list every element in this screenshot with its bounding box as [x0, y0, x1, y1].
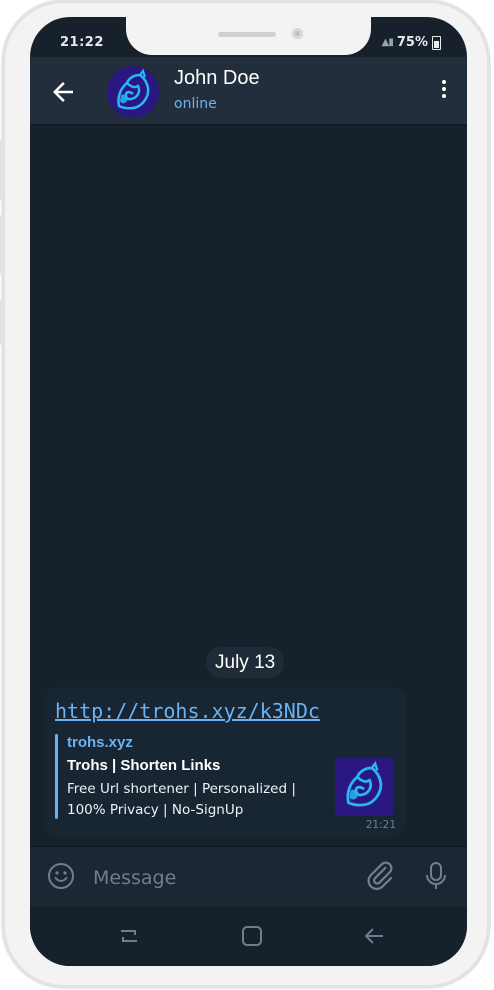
horse-logo-icon — [117, 68, 150, 110]
battery-icon — [432, 35, 441, 50]
avatar[interactable] — [107, 66, 159, 118]
side-button — [0, 140, 3, 200]
signal-icon: ▲▮ — [381, 37, 394, 48]
message-input[interactable]: Message — [93, 867, 176, 889]
link-preview-title: Trohs | Shorten Links — [67, 757, 221, 774]
date-divider: July 13 — [206, 647, 285, 678]
battery-percentage: 75% — [396, 35, 428, 50]
message-link[interactable]: http://trohs.xyz/k3NDc — [55, 699, 320, 723]
speaker-grille — [218, 32, 276, 37]
message-composer: Message — [30, 846, 467, 908]
status-time: 21:22 — [60, 35, 104, 50]
screen: John Doe online July 13 http://trohs.xyz… — [30, 17, 467, 966]
mic-icon[interactable] — [424, 861, 448, 891]
more-vert-icon[interactable] — [441, 80, 447, 102]
status-indicators: ▲▮ 75% — [382, 35, 441, 50]
side-button — [0, 300, 3, 345]
link-preview-description: Free Url shortener | Personalized | 100%… — [67, 781, 296, 818]
contact-name[interactable]: John Doe — [174, 67, 260, 90]
message-time: 21:21 — [365, 819, 396, 831]
recents-icon[interactable] — [116, 924, 142, 948]
camera-notch — [126, 17, 371, 55]
system-nav-bar — [30, 907, 467, 966]
phone-frame: John Doe online July 13 http://trohs.xyz… — [0, 0, 490, 988]
back-arrow-icon[interactable] — [48, 77, 78, 107]
camera-icon — [292, 28, 303, 39]
nav-back-icon[interactable] — [361, 924, 387, 948]
link-preview-thumbnail[interactable] — [335, 758, 393, 816]
horse-logo-icon — [346, 760, 383, 807]
attach-icon[interactable] — [366, 861, 396, 891]
contact-status: online — [174, 96, 217, 112]
link-preview-site[interactable]: trohs.xyz — [67, 734, 133, 751]
home-icon[interactable] — [239, 924, 265, 948]
emoji-icon[interactable] — [47, 862, 75, 890]
link-preview-bar — [55, 734, 58, 819]
side-button — [0, 215, 3, 275]
chat-header: John Doe online — [30, 57, 467, 125]
message-bubble[interactable]: http://trohs.xyz/k3NDc trohs.xyz Trohs |… — [44, 687, 406, 837]
